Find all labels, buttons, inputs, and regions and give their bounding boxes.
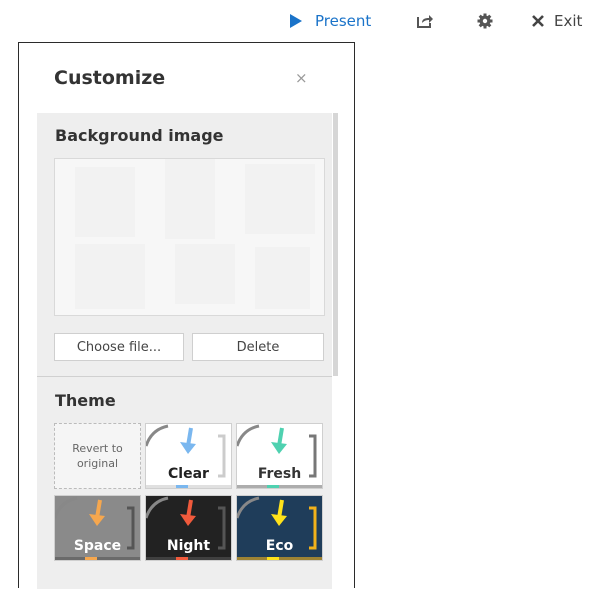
theme-label: Eco (265, 538, 294, 554)
theme-tile-fresh[interactable]: Fresh (236, 423, 323, 489)
theme-tile-clear[interactable]: Clear (145, 423, 232, 489)
background-image-title: Background image (55, 126, 224, 145)
share-button[interactable] (416, 9, 434, 33)
panel-scrollbar[interactable] (333, 113, 338, 376)
theme-label: Space (73, 538, 122, 554)
settings-button[interactable] (477, 9, 493, 33)
gear-icon (477, 13, 493, 29)
present-label: Present (315, 12, 372, 30)
exit-button[interactable]: Exit (532, 9, 582, 33)
top-toolbar: Present Exit (0, 0, 594, 42)
play-icon (290, 14, 302, 28)
revert-theme-button[interactable]: Revert to original (54, 423, 141, 489)
delete-button[interactable]: Delete (192, 333, 324, 361)
present-button[interactable]: Present (289, 9, 371, 33)
close-icon (532, 15, 544, 27)
customize-panel: Customize × Background image Choose file… (18, 42, 355, 589)
theme-label: Clear (168, 466, 209, 482)
theme-label: Fresh (257, 466, 302, 482)
theme-label: Night (166, 538, 211, 554)
theme-tile-eco[interactable]: Eco (236, 495, 323, 561)
exit-label: Exit (554, 12, 583, 30)
panel-title: Customize (54, 67, 166, 89)
panel-scroll-area[interactable]: Background image Choose file... Delete T… (37, 113, 338, 589)
panel-close-button[interactable]: × (295, 69, 308, 87)
background-image-preview (54, 158, 325, 316)
revert-label: Revert to original (72, 442, 123, 470)
theme-tile-night[interactable]: Night (145, 495, 232, 561)
theme-title: Theme (55, 391, 116, 410)
theme-section: Theme Revert to original Clear Fresh Space… (37, 377, 332, 589)
choose-file-button[interactable]: Choose file... (54, 333, 184, 361)
share-icon (417, 15, 433, 28)
background-image-section: Background image Choose file... Delete (37, 113, 332, 376)
theme-tile-space[interactable]: Space (54, 495, 141, 561)
